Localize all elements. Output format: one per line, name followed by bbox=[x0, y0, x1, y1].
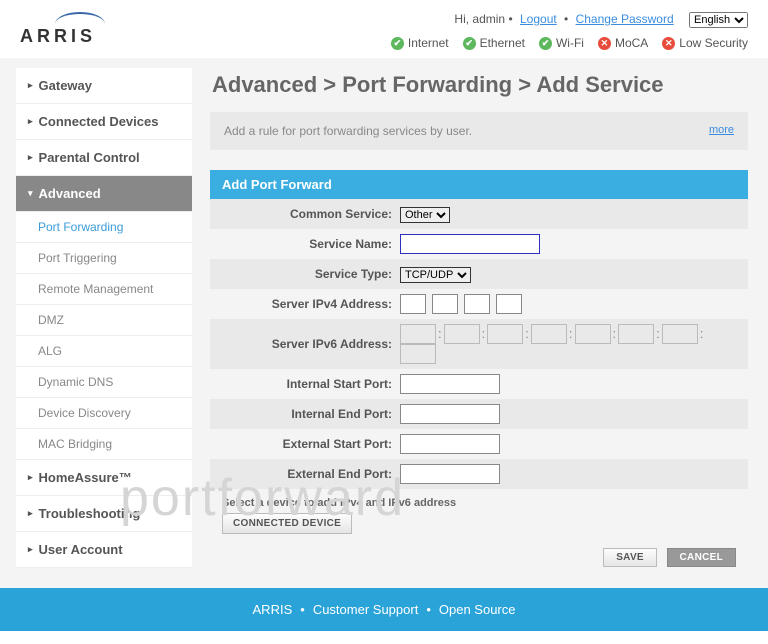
row-external-end-port: External End Port: bbox=[210, 459, 748, 489]
label-service-type: Service Type: bbox=[222, 267, 400, 281]
sidebar-sub-mac-bridging[interactable]: MAC Bridging bbox=[16, 429, 192, 460]
row-service-name: Service Name: bbox=[210, 229, 748, 259]
label-internal-end-port: Internal End Port: bbox=[222, 407, 400, 421]
internal-end-port-input[interactable] bbox=[400, 404, 500, 424]
ipv4-octet-2[interactable] bbox=[432, 294, 458, 314]
connected-device-button[interactable]: CONNECTED DEVICE bbox=[222, 513, 352, 534]
label-internal-start-port: Internal Start Port: bbox=[222, 377, 400, 391]
sidebar-sub-port-forwarding[interactable]: Port Forwarding bbox=[16, 212, 192, 243]
status-ethernet: ✔Ethernet bbox=[463, 36, 525, 50]
panel-heading: Add Port Forward bbox=[210, 170, 748, 199]
sidebar-sub-device-discovery[interactable]: Device Discovery bbox=[16, 398, 192, 429]
footer-open-source[interactable]: Open Source bbox=[439, 602, 516, 617]
ipv4-octet-1[interactable] bbox=[400, 294, 426, 314]
status-low-security: ✕Low Security bbox=[662, 36, 748, 50]
info-text: Add a rule for port forwarding services … bbox=[224, 124, 472, 138]
chevron-right-icon: ▸ bbox=[28, 508, 33, 519]
internal-start-port-input[interactable] bbox=[400, 374, 500, 394]
label-service-name: Service Name: bbox=[222, 237, 400, 251]
chevron-right-icon: ▸ bbox=[28, 80, 33, 91]
sidebar-sub-alg[interactable]: ALG bbox=[16, 336, 192, 367]
service-name-input[interactable] bbox=[400, 234, 540, 254]
page-title: Advanced > Port Forwarding > Add Service bbox=[212, 72, 748, 98]
save-button[interactable]: SAVE bbox=[603, 548, 657, 567]
label-external-start-port: External Start Port: bbox=[222, 437, 400, 451]
chevron-right-icon: ▸ bbox=[28, 544, 33, 555]
sidebar-item-parental-control[interactable]: ▸Parental Control bbox=[16, 140, 192, 176]
ipv6-seg-2[interactable] bbox=[444, 324, 480, 344]
more-link[interactable]: more bbox=[709, 124, 734, 136]
header-links: Hi, admin • Logout • Change Password Eng… bbox=[391, 12, 748, 28]
row-common-service: Common Service: Other bbox=[210, 199, 748, 229]
cancel-button[interactable]: CANCEL bbox=[667, 548, 736, 567]
x-icon: ✕ bbox=[662, 37, 675, 50]
language-select[interactable]: English bbox=[689, 12, 748, 28]
chevron-right-icon: ▸ bbox=[28, 116, 33, 127]
ipv4-fields bbox=[400, 294, 736, 314]
check-icon: ✔ bbox=[539, 37, 552, 50]
ipv4-octet-4[interactable] bbox=[496, 294, 522, 314]
ipv4-octet-3[interactable] bbox=[464, 294, 490, 314]
chevron-right-icon: ▸ bbox=[28, 152, 33, 163]
common-service-select[interactable]: Other bbox=[400, 207, 450, 223]
status-moca: ✕MoCA bbox=[598, 36, 648, 50]
sidebar: ▸Gateway ▸Connected Devices ▸Parental Co… bbox=[16, 68, 192, 568]
action-row: SAVE CANCEL bbox=[210, 544, 748, 567]
sidebar-sub-port-triggering[interactable]: Port Triggering bbox=[16, 243, 192, 274]
row-service-type: Service Type: TCP/UDP bbox=[210, 259, 748, 289]
sidebar-item-troubleshooting[interactable]: ▸Troubleshooting bbox=[16, 496, 192, 532]
content: portforward ▸Gateway ▸Connected Devices … bbox=[0, 58, 768, 588]
ipv6-seg-4[interactable] bbox=[531, 324, 567, 344]
label-common-service: Common Service: bbox=[222, 207, 400, 221]
external-end-port-input[interactable] bbox=[400, 464, 500, 484]
sidebar-sub-dynamic-dns[interactable]: Dynamic DNS bbox=[16, 367, 192, 398]
ipv6-seg-3[interactable] bbox=[487, 324, 523, 344]
row-external-start-port: External Start Port: bbox=[210, 429, 748, 459]
change-password-link[interactable]: Change Password bbox=[576, 12, 674, 26]
sidebar-item-homeassure[interactable]: ▸HomeAssure™ bbox=[16, 460, 192, 496]
status-wifi: ✔Wi-Fi bbox=[539, 36, 584, 50]
sidebar-sub-remote-management[interactable]: Remote Management bbox=[16, 274, 192, 305]
connected-device-wrap: CONNECTED DEVICE bbox=[210, 511, 748, 544]
ipv6-fields: ::::::: bbox=[400, 324, 736, 364]
main: Advanced > Port Forwarding > Add Service… bbox=[210, 68, 748, 568]
sidebar-item-advanced[interactable]: ▾Advanced bbox=[16, 176, 192, 212]
ipv6-seg-7[interactable] bbox=[662, 324, 698, 344]
logo: ARRIS bbox=[20, 12, 96, 47]
ipv6-seg-6[interactable] bbox=[618, 324, 654, 344]
header-right: Hi, admin • Logout • Change Password Eng… bbox=[391, 12, 748, 50]
check-icon: ✔ bbox=[463, 37, 476, 50]
header: ARRIS Hi, admin • Logout • Change Passwo… bbox=[0, 0, 768, 58]
footer-customer-support[interactable]: Customer Support bbox=[313, 602, 419, 617]
label-external-end-port: External End Port: bbox=[222, 467, 400, 481]
row-internal-end-port: Internal End Port: bbox=[210, 399, 748, 429]
x-icon: ✕ bbox=[598, 37, 611, 50]
ipv6-seg-8[interactable] bbox=[400, 344, 436, 364]
row-ipv6: Server IPv6 Address: ::::::: bbox=[210, 319, 748, 369]
logout-link[interactable]: Logout bbox=[520, 12, 557, 26]
sidebar-item-connected-devices[interactable]: ▸Connected Devices bbox=[16, 104, 192, 140]
row-internal-start-port: Internal Start Port: bbox=[210, 369, 748, 399]
ipv6-seg-1[interactable] bbox=[400, 324, 436, 344]
sidebar-item-gateway[interactable]: ▸Gateway bbox=[16, 68, 192, 104]
status-line: ✔Internet ✔Ethernet ✔Wi-Fi ✕MoCA ✕Low Se… bbox=[391, 36, 748, 50]
footer-arris[interactable]: ARRIS bbox=[253, 602, 293, 617]
select-device-text: Select a device to add IPv4 and IPv6 add… bbox=[210, 489, 748, 511]
greeting-text: Hi, admin bbox=[454, 12, 505, 26]
label-ipv4: Server IPv4 Address: bbox=[222, 297, 400, 311]
footer: ARRIS•Customer Support•Open Source bbox=[0, 588, 768, 631]
ipv6-seg-5[interactable] bbox=[575, 324, 611, 344]
info-box: Add a rule for port forwarding services … bbox=[210, 112, 748, 150]
external-start-port-input[interactable] bbox=[400, 434, 500, 454]
sidebar-item-user-account[interactable]: ▸User Account bbox=[16, 532, 192, 568]
chevron-down-icon: ▾ bbox=[28, 188, 33, 199]
sidebar-sub-dmz[interactable]: DMZ bbox=[16, 305, 192, 336]
chevron-right-icon: ▸ bbox=[28, 472, 33, 483]
service-type-select[interactable]: TCP/UDP bbox=[400, 267, 471, 283]
label-ipv6: Server IPv6 Address: bbox=[222, 337, 400, 351]
status-internet: ✔Internet bbox=[391, 36, 449, 50]
check-icon: ✔ bbox=[391, 37, 404, 50]
row-ipv4: Server IPv4 Address: bbox=[210, 289, 748, 319]
